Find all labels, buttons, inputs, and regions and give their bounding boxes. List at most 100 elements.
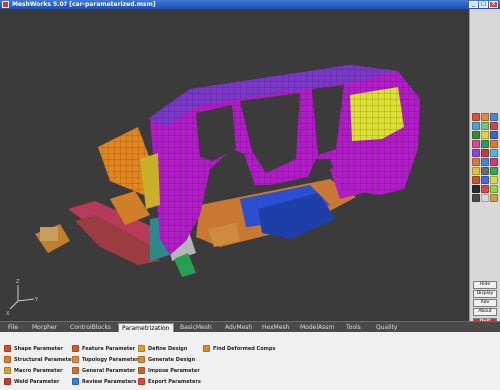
3d-viewport[interactable]: Z Y X	[0, 9, 469, 321]
tab-controlblocks[interactable]: ControlBlocks	[70, 323, 111, 332]
about-button[interactable]: About	[473, 308, 497, 316]
weld-parameter-command[interactable]: Weld Parameter	[4, 377, 59, 386]
axis-x-label: X	[6, 311, 10, 317]
fit-icon[interactable]	[472, 122, 480, 130]
general-parameter-label: General Parameter	[82, 367, 136, 374]
impose-parameter-command[interactable]: Impose Parameter	[138, 366, 200, 375]
find-deformed-comps-icon	[203, 345, 210, 352]
feature-parameter-command[interactable]: Feature Parameter	[72, 344, 135, 353]
settings-icon[interactable]	[481, 194, 489, 202]
hide-button[interactable]: Hide	[473, 281, 497, 289]
macro-parameter-command[interactable]: Macro Parameter	[4, 366, 63, 375]
tab-advmesh[interactable]: AdvMesh	[225, 323, 252, 332]
minimize-button[interactable]: _	[469, 1, 478, 8]
view-iso-icon[interactable]	[481, 131, 489, 139]
tab-parametrization[interactable]: Parametrization	[118, 323, 174, 332]
print-icon[interactable]	[472, 194, 480, 202]
isolate-icon[interactable]	[490, 176, 498, 184]
view-front-icon[interactable]	[481, 122, 489, 130]
axis-triad: Z Y X	[6, 279, 39, 317]
define-design-label: Define Design	[148, 345, 188, 352]
generate-design-command[interactable]: Generate Design	[138, 355, 195, 364]
measure-icon[interactable]	[481, 149, 489, 157]
generate-design-icon	[138, 356, 145, 363]
impose-parameter-label: Impose Parameter	[148, 367, 200, 374]
export-parameters-icon	[138, 378, 145, 385]
general-parameter-command[interactable]: General Parameter	[72, 366, 135, 375]
review-parameters-label: Review Parameters	[82, 378, 137, 385]
arrow-up-icon[interactable]	[481, 158, 489, 166]
car-model-render: Z Y X	[6, 65, 420, 317]
capture-icon[interactable]	[481, 185, 489, 193]
shape-parameter-icon	[4, 345, 11, 352]
pan-icon[interactable]	[481, 113, 489, 121]
define-design-icon	[138, 345, 145, 352]
shape-parameter-command[interactable]: Shape Parameter	[4, 344, 63, 353]
hide-comp-icon[interactable]	[472, 176, 480, 184]
view-top-icon[interactable]	[472, 131, 480, 139]
structural-parameter-command[interactable]: Structural Parameter	[4, 355, 74, 364]
title-bar: MeshWorks 5.0? [car-parameterized.msm] _…	[0, 0, 500, 9]
axis-y-label: Y	[34, 297, 39, 303]
axis-z-label: Z	[16, 279, 20, 285]
topology-parameter-label: Topology Parameter	[82, 356, 139, 363]
arrow-left-icon[interactable]	[472, 158, 480, 166]
parametrization-command-panel: Shape Parameter Structural Parameter Mac…	[0, 332, 500, 390]
export-parameters-label: Export Parameters	[148, 378, 201, 385]
window-controls: _ □ ×	[469, 1, 498, 8]
shape-parameter-label: Shape Parameter	[14, 345, 63, 352]
topology-parameter-icon	[72, 356, 79, 363]
arrow-right-icon[interactable]	[490, 158, 498, 166]
tab-morpher[interactable]: Morpher	[32, 323, 57, 332]
tab-hexmesh[interactable]: HexMesh	[262, 323, 289, 332]
macro-parameter-label: Macro Parameter	[14, 367, 63, 374]
module-tab-bar: File Morpher ControlBlocks Parametrizati…	[0, 321, 500, 332]
meshworks-window: MeshWorks 5.0? [car-parameterized.msm] _…	[0, 0, 500, 390]
component-icon[interactable]	[490, 167, 498, 175]
tab-file[interactable]: File	[8, 323, 18, 332]
zoom-icon[interactable]	[490, 113, 498, 121]
export-parameters-command[interactable]: Export Parameters	[138, 377, 201, 386]
tab-tools[interactable]: Tools	[346, 323, 361, 332]
view-side-icon[interactable]	[490, 122, 498, 130]
color-icon[interactable]	[472, 185, 480, 193]
impose-parameter-icon	[138, 367, 145, 374]
review-parameters-command[interactable]: Review Parameters	[72, 377, 137, 386]
find-deformed-comps-label: Find Deformed Comps	[213, 345, 276, 352]
select-icon[interactable]	[472, 149, 480, 157]
window-title: MeshWorks 5.0? [car-parameterized.msm]	[12, 1, 156, 8]
adv-button[interactable]: Adv	[473, 299, 497, 307]
wireframe-icon[interactable]	[472, 140, 480, 148]
front-door-opening	[196, 105, 236, 161]
find-deformed-comps-command[interactable]: Find Deformed Comps	[203, 344, 275, 353]
tab-quality[interactable]: Quality	[376, 323, 397, 332]
topology-parameter-command[interactable]: Topology Parameter	[72, 355, 139, 364]
maximize-button[interactable]: □	[479, 1, 488, 8]
feature-parameter-label: Feature Parameter	[82, 345, 136, 352]
tab-basicmesh[interactable]: BasicMesh	[180, 323, 212, 332]
weld-parameter-label: Weld Parameter	[14, 378, 60, 385]
mesh-lines-icon[interactable]	[481, 140, 489, 148]
view-tool-icons	[472, 113, 500, 202]
section-icon[interactable]	[490, 149, 498, 157]
app-icon	[2, 1, 9, 8]
shade-icon[interactable]	[490, 131, 498, 139]
generate-design-label: Generate Design	[148, 356, 196, 363]
light-icon[interactable]	[490, 140, 498, 148]
review-parameters-icon	[72, 378, 79, 385]
undo-icon[interactable]	[490, 185, 498, 193]
node-icon[interactable]	[472, 167, 480, 175]
macro-parameter-icon	[4, 367, 11, 374]
define-design-command[interactable]: Define Design	[138, 344, 187, 353]
structural-parameter-label: Structural Parameter	[14, 356, 74, 363]
help-icon[interactable]	[490, 194, 498, 202]
rotate-icon[interactable]	[472, 113, 480, 121]
structural-parameter-icon	[4, 356, 11, 363]
general-parameter-icon	[72, 367, 79, 374]
element-icon[interactable]	[481, 167, 489, 175]
display-button[interactable]: Display	[473, 290, 497, 298]
right-toolbar: Hide Display Adv About Quit	[469, 9, 500, 326]
tab-modelassm[interactable]: ModelAssm	[300, 323, 334, 332]
show-comp-icon[interactable]	[481, 176, 489, 184]
close-button[interactable]: ×	[489, 1, 498, 8]
